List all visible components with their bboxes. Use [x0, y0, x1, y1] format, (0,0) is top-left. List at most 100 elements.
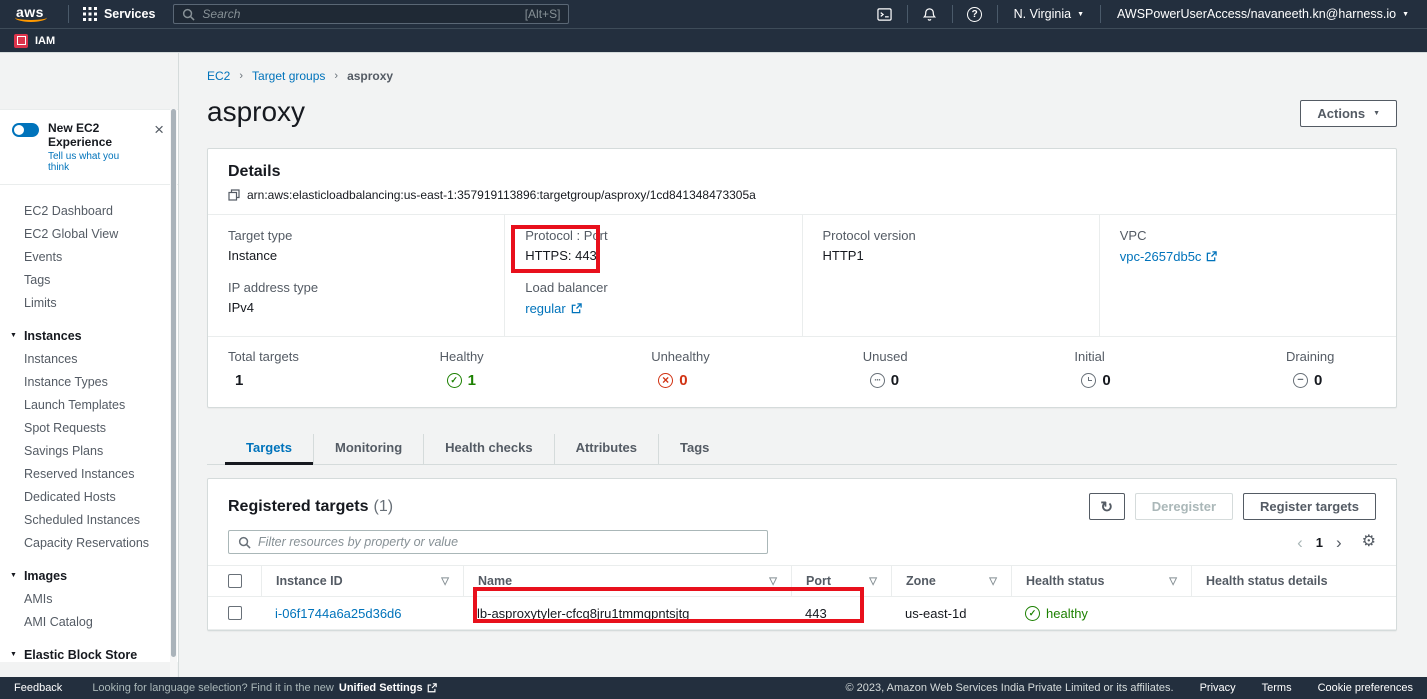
breadcrumb-ec2[interactable]: EC2 [207, 69, 230, 83]
cloudshell-button[interactable] [873, 2, 897, 26]
row-checkbox[interactable] [228, 606, 242, 620]
target-group-arn: arn:aws:elasticloadbalancing:us-east-1:3… [247, 188, 756, 202]
sidebar-item[interactable]: ▼ Capacity Reservations [0, 531, 178, 554]
footer-link[interactable]: Terms [1262, 682, 1292, 694]
footer-link[interactable]: Cookie preferences [1318, 682, 1413, 694]
sidebar-item-label: Reserved Instances [24, 467, 134, 481]
sidebar-item[interactable]: ▼ Instance Types [0, 370, 178, 393]
field-label: Protocol version [823, 228, 1079, 243]
region-selector[interactable]: N. Virginia ▼ [1008, 7, 1090, 21]
sort-icon[interactable]: ▽ [441, 576, 449, 587]
sidebar-item[interactable]: ▼ Launch Templates [0, 393, 178, 416]
sidebar-item-label: AMI Catalog [24, 615, 93, 629]
stat-label: Total targets [228, 349, 312, 364]
sidebar-item[interactable]: ▼ Images [0, 564, 178, 587]
deregister-button[interactable]: Deregister [1135, 493, 1233, 520]
sidebar-item[interactable]: ▼ Spot Requests [0, 416, 178, 439]
sort-icon[interactable]: ▽ [869, 576, 877, 587]
caret-down-icon: ▼ [1402, 11, 1409, 18]
sidebar-item[interactable]: ▼ AMIs [0, 587, 178, 610]
sidebar-item[interactable]: ▼ EC2 Global View [0, 222, 178, 245]
footer-link[interactable]: Privacy [1200, 682, 1236, 694]
global-search-input[interactable]: Search [Alt+S] [173, 4, 569, 24]
tab[interactable]: Targets [225, 434, 313, 464]
sidebar-item[interactable]: ▼ Instances [0, 324, 178, 347]
sidebar-item[interactable]: ▼ Limits [0, 291, 178, 314]
sidebar-item[interactable]: ▼ Instances [0, 347, 178, 370]
breadcrumb: EC2 › Target groups › asproxy [207, 69, 1397, 83]
previous-page-button[interactable]: ‹ [1293, 534, 1307, 551]
sidebar-item[interactable]: ▼ Savings Plans [0, 439, 178, 462]
tab-bar: Targets Monitoring Health checks Attribu… [207, 434, 1397, 465]
scrollbar-thumb[interactable] [171, 109, 176, 657]
actions-button[interactable]: Actions ▼ [1300, 100, 1397, 127]
search-placeholder: Search [202, 7, 240, 21]
services-menu-button[interactable]: Services [79, 7, 159, 21]
aws-logo[interactable]: aws [12, 4, 48, 24]
table-settings-gear-icon[interactable]: ⚙ [1362, 534, 1376, 550]
close-icon[interactable]: × [150, 121, 168, 139]
new-experience-toggle[interactable] [12, 123, 39, 137]
caret-down-icon: ▼ [10, 332, 17, 339]
language-hint: Looking for language selection? Find it … [92, 682, 436, 694]
external-link-icon [571, 303, 582, 314]
tab[interactable]: Tags [658, 434, 730, 464]
column-header-health-status-details: Health status details [1206, 574, 1328, 588]
sidebar-item-label: Spot Requests [24, 421, 106, 435]
tab[interactable]: Health checks [423, 434, 553, 464]
main-content: EC2 › Target groups › asproxy asproxy Ac… [179, 53, 1427, 677]
vpc-link[interactable]: vpc-2657db5c [1120, 249, 1202, 264]
region-label: N. Virginia [1014, 7, 1071, 21]
stat-label: Initial [1074, 349, 1158, 364]
sort-icon[interactable]: ▽ [1169, 576, 1177, 587]
feedback-button[interactable]: Feedback [14, 682, 62, 694]
sort-icon[interactable]: ▽ [769, 576, 777, 587]
stat-value: 0 [891, 372, 899, 389]
field-label: IP address type [228, 280, 484, 295]
copy-icon[interactable] [228, 189, 240, 201]
target-name-cell: lb-asproxytyler-cfcg8jru1tmmqpntsjtg [463, 606, 791, 621]
sort-icon[interactable]: ▽ [989, 576, 997, 587]
sidebar-item[interactable]: ▼ Scheduled Instances [0, 508, 178, 531]
sidebar-nav: ▼ EC2 Dashboard ▼ EC2 Global View ▼ Even… [0, 185, 178, 662]
ip-address-type-value: IPv4 [228, 300, 484, 315]
new-experience-title: New EC2 Experience [48, 121, 141, 149]
register-targets-button[interactable]: Register targets [1243, 493, 1376, 520]
sidebar-scrollbar[interactable] [170, 109, 177, 677]
field-label: Protocol : Port [525, 228, 781, 243]
notifications-button[interactable] [918, 2, 942, 26]
account-menu[interactable]: AWSPowerUserAccess/navaneeth.kn@harness.… [1111, 7, 1415, 21]
breadcrumb-current: asproxy [347, 69, 393, 83]
select-all-checkbox[interactable] [228, 574, 242, 588]
search-icon [238, 536, 251, 549]
next-page-button[interactable]: › [1332, 534, 1346, 551]
sidebar-item[interactable]: ▼ AMI Catalog [0, 610, 178, 633]
tab[interactable]: Attributes [554, 434, 658, 464]
favorite-iam-link[interactable]: IAM [35, 35, 55, 47]
sidebar-item[interactable]: ▼ Tags [0, 268, 178, 291]
sidebar-item[interactable]: ▼ EC2 Dashboard [0, 199, 178, 222]
help-button[interactable]: ? [963, 2, 987, 26]
sidebar-item[interactable]: ▼ Reserved Instances [0, 462, 178, 485]
grid-icon [83, 7, 97, 21]
aws-console: aws Services Search [Alt+S] ? N. V [0, 0, 1427, 699]
sidebar-item[interactable]: ▼ Elastic Block Store [0, 643, 178, 662]
sidebar-item-label: Instance Types [24, 375, 108, 389]
load-balancer-link[interactable]: regular [525, 301, 565, 316]
sidebar-item-label: EC2 Global View [24, 227, 118, 241]
tab[interactable]: Monitoring [313, 434, 423, 464]
sidebar-item-label: Instances [24, 329, 82, 343]
select-all-checkbox-cell [208, 566, 261, 596]
breadcrumb-target-groups[interactable]: Target groups [252, 69, 325, 83]
sidebar-item[interactable]: ▼ Events [0, 245, 178, 268]
sidebar-item-label: Images [24, 569, 67, 583]
unified-settings-link[interactable]: Unified Settings [339, 682, 437, 694]
instance-id-link[interactable]: i-06f1744a6a25d36d6 [275, 606, 402, 621]
details-title: Details [228, 163, 280, 180]
current-page-number[interactable]: 1 [1316, 535, 1323, 550]
account-label: AWSPowerUserAccess/navaneeth.kn@harness.… [1117, 7, 1396, 21]
sidebar-item[interactable]: ▼ Dedicated Hosts [0, 485, 178, 508]
refresh-button[interactable]: ↻ [1089, 493, 1125, 520]
feedback-link[interactable]: Tell us what you think [48, 151, 141, 173]
filter-input[interactable]: Filter resources by property or value [228, 530, 768, 554]
